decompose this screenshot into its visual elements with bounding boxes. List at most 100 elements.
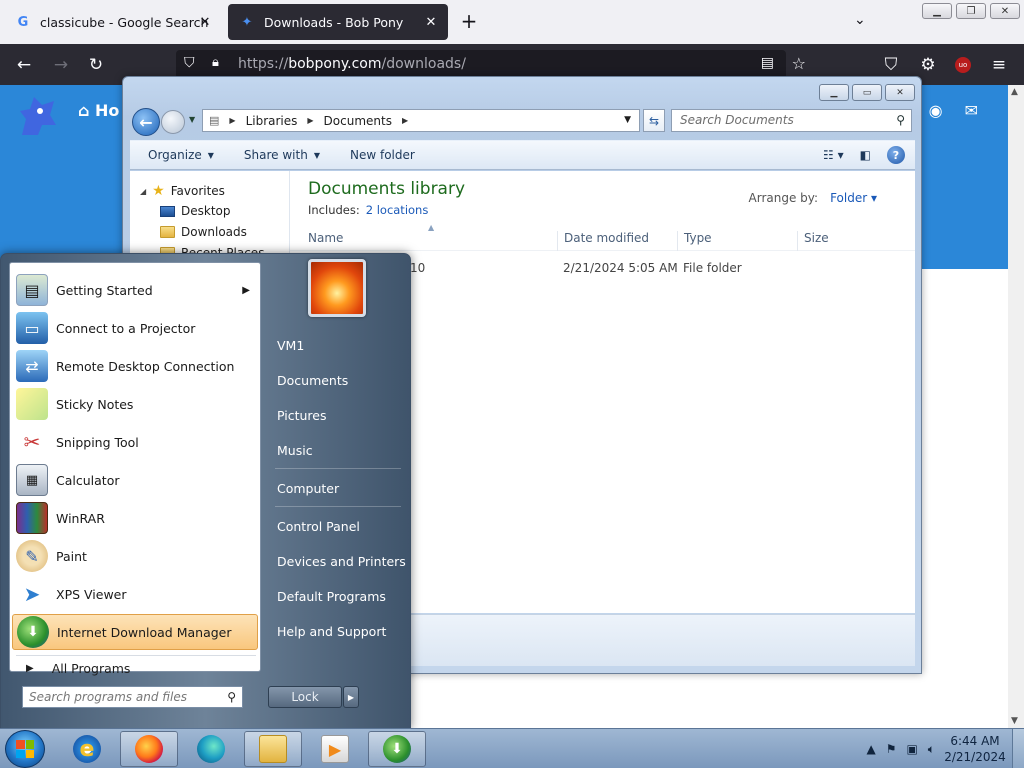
explorer-search-input[interactable]: Search Documents ⚲: [671, 109, 912, 132]
taskbar-firefox[interactable]: [120, 731, 178, 767]
new-tab-button[interactable]: +: [458, 11, 480, 33]
address-bar[interactable]: ▤ ▶ Libraries ▶ Documents ▶ ▼: [202, 109, 640, 132]
close-window-button[interactable]: ✕: [885, 84, 915, 101]
lock-button[interactable]: Lock: [268, 686, 342, 708]
close-window-button[interactable]: ✕: [990, 3, 1020, 19]
restore-button[interactable]: ❐: [956, 3, 986, 19]
bob-pony-logo-icon[interactable]: [12, 91, 62, 141]
taskbar-edge[interactable]: [182, 731, 240, 767]
breadcrumb-libraries[interactable]: Libraries: [246, 114, 298, 128]
taskbar-internet-explorer[interactable]: e: [58, 731, 116, 767]
minimize-button[interactable]: ▁: [922, 3, 952, 19]
clock[interactable]: 6:44 AM 2/21/2024: [940, 733, 1010, 765]
program-calculator[interactable]: ▦ Calculator: [12, 462, 258, 498]
collapse-icon[interactable]: ◢: [140, 187, 146, 196]
program-winrar[interactable]: WinRAR: [12, 500, 258, 536]
refresh-icon[interactable]: ⇆: [643, 109, 665, 132]
taskbar-explorer[interactable]: [244, 731, 302, 767]
mail-icon[interactable]: ✉: [965, 101, 978, 120]
back-arrow-icon[interactable]: ←: [13, 54, 35, 76]
start-menu: ▤ Getting Started ▶ ▭ Connect to a Proje…: [0, 253, 411, 729]
share-with-button[interactable]: Share with ▼: [244, 148, 320, 162]
network-icon[interactable]: ▣: [906, 742, 917, 756]
back-arrow-icon[interactable]: ←: [132, 108, 160, 136]
taskbar-media-player[interactable]: ▶: [306, 731, 364, 767]
shutdown-options-arrow-icon[interactable]: ▶: [343, 686, 359, 708]
column-date-modified[interactable]: Date modified: [557, 231, 649, 251]
forward-arrow-icon[interactable]: →: [50, 54, 72, 76]
forward-arrow-icon[interactable]: [161, 110, 185, 134]
program-paint[interactable]: ✎ Paint: [12, 538, 258, 574]
arrange-by-dropdown[interactable]: Folder ▾: [830, 191, 877, 205]
ublock-icon[interactable]: uo: [952, 54, 974, 76]
program-remote-desktop[interactable]: ⇄ Remote Desktop Connection: [12, 348, 258, 384]
pocket-icon[interactable]: ⛉: [880, 54, 902, 76]
recent-pages-chevron-icon[interactable]: ▼: [189, 115, 195, 124]
start-item-pictures[interactable]: Pictures: [277, 408, 327, 423]
close-icon[interactable]: ✕: [196, 13, 214, 31]
column-size[interactable]: Size: [797, 231, 829, 251]
search-icon[interactable]: ⚲: [896, 113, 905, 127]
start-item-documents[interactable]: Documents: [277, 373, 348, 388]
url-bar[interactable]: ⛉ 🔒︎ https://bobpony.com/downloads/ ▤ ☆: [176, 50, 806, 79]
address-dropdown-icon[interactable]: ▼: [624, 115, 631, 125]
column-name[interactable]: Name: [302, 231, 343, 251]
start-item-user[interactable]: VM1: [277, 338, 304, 353]
start-item-control-panel[interactable]: Control Panel: [277, 519, 360, 534]
edge-icon: [197, 735, 225, 763]
lock-icon[interactable]: 🔒︎: [212, 55, 219, 70]
close-icon[interactable]: ✕: [422, 13, 440, 31]
taskbar-idm[interactable]: ⬇: [368, 731, 426, 767]
new-folder-button[interactable]: New folder: [350, 148, 415, 162]
organize-button[interactable]: Organize ▼: [148, 148, 214, 162]
preview-pane-icon[interactable]: ◧: [860, 148, 871, 162]
page-scrollbar[interactable]: ▲ ▼: [1008, 85, 1024, 728]
locations-link[interactable]: 2 locations: [366, 203, 429, 217]
show-desktop-button[interactable]: [1012, 729, 1024, 768]
url-text[interactable]: https://bobpony.com/downloads/: [238, 56, 466, 72]
start-item-help-support[interactable]: Help and Support: [277, 624, 386, 639]
program-internet-download-manager[interactable]: ⬇ Internet Download Manager: [12, 614, 258, 650]
breadcrumb-documents[interactable]: Documents: [324, 114, 392, 128]
bookmark-star-icon[interactable]: ☆: [792, 54, 806, 73]
github-icon[interactable]: ◉: [929, 101, 943, 120]
volume-muted-icon[interactable]: 🔈︎: [928, 742, 935, 757]
tab-google-search[interactable]: G classicube - Google Search ✕: [4, 4, 222, 40]
program-sticky-notes[interactable]: Sticky Notes: [12, 386, 258, 422]
extensions-icon[interactable]: ⚙: [917, 54, 939, 76]
show-hidden-icons-icon[interactable]: ▲: [866, 742, 875, 756]
reload-icon[interactable]: ↻: [85, 54, 107, 76]
nav-downloads[interactable]: Downloads: [160, 225, 247, 239]
nav-favorites[interactable]: ◢ ★ Favorites: [140, 183, 225, 199]
reader-view-icon[interactable]: ▤: [761, 55, 774, 71]
scroll-down-icon[interactable]: ▼: [1011, 716, 1018, 726]
menu-hamburger-icon[interactable]: ≡: [988, 54, 1010, 76]
submenu-arrow-icon: ▶: [242, 284, 250, 296]
program-snipping-tool[interactable]: ✂ Snipping Tool: [12, 424, 258, 460]
change-view-icon[interactable]: ☷ ▾: [823, 148, 844, 162]
nav-desktop[interactable]: Desktop: [160, 204, 231, 218]
file-row-name[interactable]: 10: [410, 261, 425, 275]
list-all-tabs-chevron-icon[interactable]: ⌄: [854, 12, 866, 28]
maximize-button[interactable]: ▭: [852, 84, 882, 101]
start-search-input[interactable]: Search programs and files ⚲: [22, 686, 243, 708]
start-item-computer[interactable]: Computer: [277, 481, 339, 496]
user-avatar[interactable]: [308, 259, 366, 317]
program-getting-started[interactable]: ▤ Getting Started ▶: [12, 272, 258, 308]
program-connect-projector[interactable]: ▭ Connect to a Projector: [12, 310, 258, 346]
program-xps-viewer[interactable]: ➤ XPS Viewer: [12, 576, 258, 612]
shield-icon[interactable]: ⛉: [184, 55, 195, 71]
column-type[interactable]: Type: [677, 231, 712, 251]
start-button[interactable]: [5, 730, 45, 768]
minimize-button[interactable]: ▁: [819, 84, 849, 101]
start-item-music[interactable]: Music: [277, 443, 313, 458]
start-item-devices-printers[interactable]: Devices and Printers: [277, 554, 406, 569]
start-item-default-programs[interactable]: Default Programs: [277, 589, 386, 604]
all-programs-button[interactable]: ▶ All Programs: [26, 661, 130, 676]
help-icon[interactable]: ?: [887, 146, 905, 164]
tab-bob-pony-downloads[interactable]: ✦ Downloads - Bob Pony ✕: [228, 4, 448, 40]
search-icon[interactable]: ⚲: [227, 690, 236, 704]
action-center-flag-icon[interactable]: ⚑: [886, 742, 897, 756]
scroll-up-icon[interactable]: ▲: [1011, 87, 1018, 97]
home-nav-link[interactable]: ⌂ Ho: [78, 101, 119, 120]
